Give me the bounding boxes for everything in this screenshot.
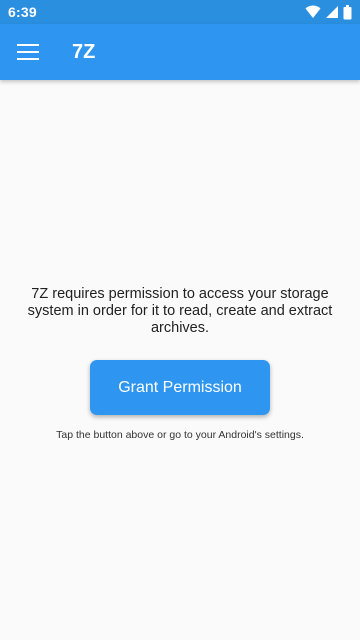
battery-icon [343, 4, 352, 20]
grant-permission-button[interactable]: Grant Permission [90, 360, 270, 415]
app-title: 7Z [72, 40, 96, 63]
wifi-icon [305, 5, 321, 19]
app-bar: 7Z [0, 24, 360, 80]
status-icons [305, 4, 352, 20]
status-bar: 6:39 [0, 0, 360, 24]
status-time: 6:39 [8, 4, 37, 20]
settings-hint: Tap the button above or go to your Andro… [56, 429, 304, 441]
signal-icon [325, 5, 339, 19]
main-content: 7Z requires permission to access your st… [0, 80, 360, 640]
hamburger-menu-icon[interactable] [0, 24, 56, 80]
permission-message: 7Z requires permission to access your st… [27, 286, 333, 336]
